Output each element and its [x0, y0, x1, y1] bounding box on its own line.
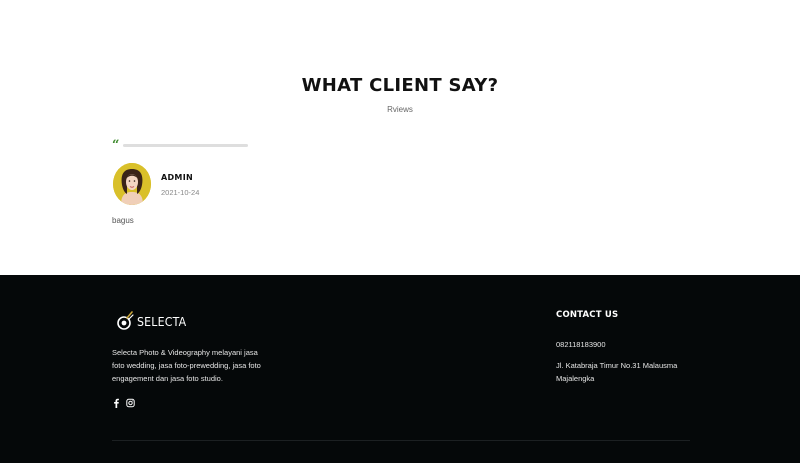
brand-logo[interactable]: SELECTA — [116, 311, 186, 331]
section-title: WHAT CLIENT SAY? — [301, 75, 499, 96]
quote-divider — [123, 144, 248, 147]
footer-description: Selecta Photo & Videography melayani jas… — [112, 348, 261, 383]
brand-name: SELECTA — [137, 314, 187, 329]
reviews-section: WHAT CLIENT SAY? Rviews “ ADMIN 2021-10-… — [0, 0, 800, 275]
page: WHAT CLIENT SAY? Rviews “ ADMIN 2021-10-… — [0, 0, 800, 463]
avatar — [113, 163, 151, 205]
reviewer-name: ADMIN — [161, 173, 193, 182]
footer-divider — [112, 440, 690, 441]
footer: SELECTA Selecta Photo & Videography mela… — [0, 275, 800, 463]
contact-address: Jl. Katabraja Timur No.31 Malausma Majal… — [556, 361, 678, 383]
quote-icon: “ — [112, 138, 120, 153]
contact-heading: CONTACT US — [556, 310, 619, 320]
review-text: bagus — [112, 216, 134, 225]
instagram-icon[interactable] — [126, 395, 135, 408]
facebook-icon[interactable] — [112, 395, 121, 408]
section-subtitle: Rviews — [387, 105, 413, 114]
review-date: 2021-10-24 — [161, 188, 200, 197]
contact-phone[interactable]: 082118183900 — [556, 340, 606, 349]
camera-lens-icon — [117, 311, 134, 330]
